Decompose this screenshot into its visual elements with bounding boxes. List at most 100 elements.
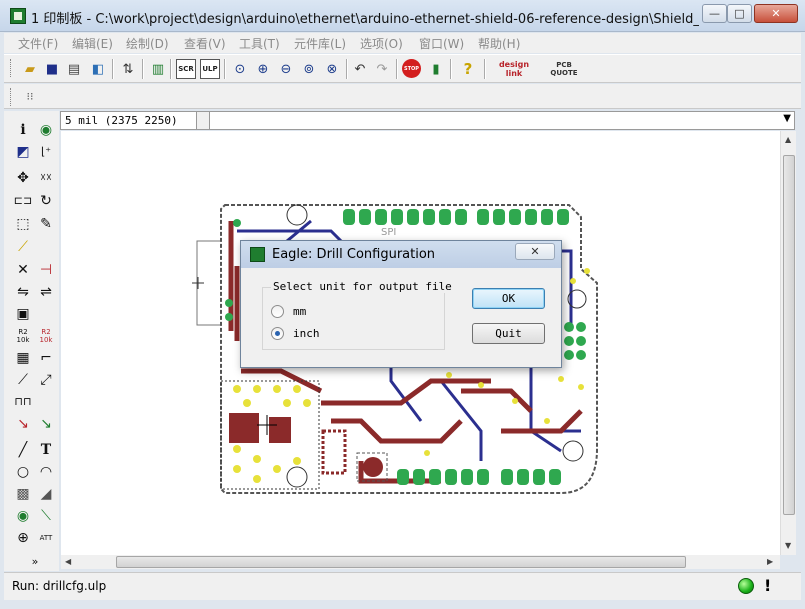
radio-inch-button[interactable]: [271, 327, 284, 340]
replace-icon[interactable]: ⇋: [12, 281, 34, 302]
menu-view[interactable]: 查看(V): [184, 35, 226, 52]
group-icon[interactable]: ⬚: [12, 213, 34, 234]
smash-icon[interactable]: ▦: [12, 347, 34, 368]
menu-options[interactable]: 选项(O): [360, 35, 403, 52]
lock-icon[interactable]: ⇌: [35, 281, 57, 302]
title-bar: 1 印制板 - C:\work\project\design\arduino\e…: [0, 0, 805, 32]
more-tools-icon[interactable]: »: [24, 551, 46, 572]
ulp-button[interactable]: ULP: [200, 59, 220, 79]
stop-command-button[interactable]: !: [764, 576, 771, 595]
open-folder-icon[interactable]: ▰: [20, 59, 40, 79]
name-button[interactable]: R2 10k: [12, 325, 34, 346]
pcb-quote-button[interactable]: PCB QUOTE: [544, 59, 584, 79]
grid-icon[interactable]: ⁝⁝: [20, 86, 40, 106]
vertical-scroll-thumb[interactable]: [783, 155, 795, 515]
ripup-icon[interactable]: ↘: [35, 413, 57, 434]
status-bar: Run: drillcfg.ulp !: [4, 572, 801, 600]
mark-icon[interactable]: ⌊⁺: [35, 141, 57, 162]
split-icon[interactable]: ⟋: [12, 369, 34, 390]
display-layers-icon[interactable]: ◩: [12, 141, 34, 162]
rectangle-icon[interactable]: ▩: [12, 483, 34, 504]
paste-icon[interactable]: ⟋: [12, 236, 34, 257]
close-button[interactable]: ✕: [754, 4, 798, 23]
hole-icon[interactable]: ⊕: [12, 527, 34, 548]
radio-inch[interactable]: inch: [271, 327, 320, 340]
save-icon[interactable]: ■: [42, 59, 62, 79]
radio-inch-label[interactable]: inch: [293, 327, 320, 340]
dialog-title-bar[interactable]: Eagle: Drill Configuration ✕: [241, 241, 561, 268]
menu-tools[interactable]: 工具(T): [239, 35, 280, 52]
toolbar-grip[interactable]: [10, 59, 13, 77]
move-icon[interactable]: ✥: [12, 167, 34, 188]
command-history-dropdown-icon[interactable]: ▼: [783, 113, 791, 124]
route-icon[interactable]: ↘: [12, 413, 34, 434]
go-icon[interactable]: ▮: [426, 59, 446, 79]
script-button[interactable]: SCR: [176, 59, 196, 79]
arc-icon[interactable]: ◠: [35, 461, 57, 482]
signal-icon[interactable]: ⟍: [35, 505, 57, 526]
radio-mm-button[interactable]: [271, 305, 284, 318]
help-button[interactable]: ?: [458, 59, 478, 79]
info-icon[interactable]: i: [12, 119, 34, 140]
value-button[interactable]: R2 10k: [35, 325, 57, 346]
attribute-button[interactable]: ATT: [35, 527, 57, 548]
menu-edit[interactable]: 编辑(E): [72, 35, 113, 52]
quit-button[interactable]: Quit: [472, 323, 545, 344]
ok-button[interactable]: OK: [472, 288, 545, 309]
change-wrench-icon[interactable]: ✎: [35, 213, 57, 234]
status-text: Run: drillcfg.ulp: [12, 579, 107, 593]
toolbar-grip[interactable]: [10, 88, 13, 106]
horizontal-scroll-thumb[interactable]: [116, 556, 686, 568]
horizontal-scrollbar[interactable]: ◀ ▶: [61, 555, 780, 569]
minimize-button[interactable]: —: [702, 4, 727, 23]
rotate-icon[interactable]: ↻: [35, 190, 57, 211]
zoom-select-icon[interactable]: ⊗: [322, 59, 342, 79]
cam-processor-icon[interactable]: ◧: [88, 59, 108, 79]
menu-file[interactable]: 文件(F): [18, 35, 58, 52]
wire-icon[interactable]: ╱: [12, 439, 34, 460]
undo-icon[interactable]: ↶: [350, 59, 370, 79]
window-title: 1 印制板 - C:\work\project\design\arduino\e…: [31, 12, 699, 27]
eagle-app-icon: [10, 8, 26, 24]
circle-icon[interactable]: ○: [12, 461, 34, 482]
show-eye-icon[interactable]: ◉: [35, 119, 57, 140]
parameter-toolbar: ⁝⁝: [4, 84, 801, 109]
dialog-close-button[interactable]: ✕: [515, 243, 555, 260]
scroll-right-icon[interactable]: ▶: [767, 557, 773, 566]
redraw-icon[interactable]: ⊚: [299, 59, 319, 79]
zoom-fit-icon[interactable]: ⊙: [230, 59, 250, 79]
scroll-left-icon[interactable]: ◀: [65, 557, 71, 566]
text-icon[interactable]: T: [35, 439, 57, 460]
redo-icon[interactable]: ↷: [372, 59, 392, 79]
delete-icon[interactable]: ✕: [12, 259, 34, 280]
stop-button[interactable]: STOP: [402, 59, 421, 78]
status-led-icon: [738, 578, 754, 594]
via-icon[interactable]: ◉: [12, 505, 34, 526]
polygon-icon[interactable]: ◢: [35, 483, 57, 504]
zoom-out-icon[interactable]: ⊖: [276, 59, 296, 79]
scroll-up-icon[interactable]: ▲: [785, 135, 791, 144]
miter-icon[interactable]: ⌐: [35, 347, 57, 368]
radio-mm[interactable]: mm: [271, 305, 306, 318]
menu-draw[interactable]: 绘制(D): [126, 35, 169, 52]
radio-mm-label[interactable]: mm: [293, 305, 306, 318]
optimize-icon[interactable]: ⤢: [35, 369, 57, 390]
menu-bar: 文件(F) 编辑(E) 绘制(D) 查看(V) 工具(T) 元件库(L) 选项(…: [4, 33, 801, 53]
designlink-button[interactable]: design link: [492, 59, 536, 79]
add-part-icon[interactable]: ⊣: [35, 259, 57, 280]
maximize-button[interactable]: □: [727, 4, 752, 23]
library-icon[interactable]: ▥: [148, 59, 168, 79]
meander-icon[interactable]: ⊓⊓: [12, 391, 34, 412]
lock-padlock-icon[interactable]: ▣: [12, 303, 34, 324]
menu-help[interactable]: 帮助(H): [478, 35, 520, 52]
print-icon[interactable]: ▤: [64, 59, 84, 79]
mirror-icon[interactable]: ⊏⊐: [12, 190, 34, 211]
menu-library[interactable]: 元件库(L): [294, 35, 346, 52]
groupbox-label: Select unit for output file: [271, 280, 454, 293]
scroll-down-icon[interactable]: ▼: [785, 541, 791, 550]
menu-window[interactable]: 窗口(W): [419, 35, 464, 52]
copy-icon[interactable]: ☓☓: [35, 167, 57, 188]
switch-sheet-icon[interactable]: ⇅: [118, 59, 138, 79]
vertical-scrollbar[interactable]: ▲ ▼: [780, 131, 796, 555]
zoom-in-icon[interactable]: ⊕: [253, 59, 273, 79]
